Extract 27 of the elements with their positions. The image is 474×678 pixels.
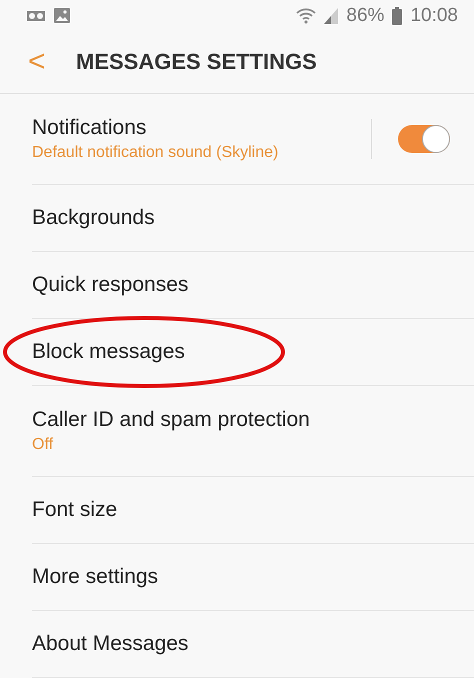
wifi-icon [296,8,316,24]
item-summary: Default notification sound (Skyline) [32,144,280,162]
notification-icon [26,8,46,23]
settings-item[interactable]: About Messages [32,611,474,678]
item-label: Caller ID and spam protection [32,408,311,432]
clock: 10:08 [410,4,458,27]
item-label: Backgrounds [32,206,156,230]
image-icon [54,8,70,24]
toggle-switch[interactable] [398,125,450,153]
settings-item[interactable]: Backgrounds [32,185,474,252]
settings-item[interactable]: More settings [32,544,474,611]
item-label: Block messages [32,340,186,364]
item-label: Quick responses [32,273,190,297]
battery-icon [392,6,402,25]
settings-item[interactable]: Font size [32,477,474,544]
item-label: About Messages [32,632,190,656]
item-label: Notifications [32,116,148,140]
settings-item[interactable]: Caller ID and spam protection Off [32,386,474,477]
item-label: More settings [32,565,160,589]
item-label: Font size [32,498,118,522]
settings-item[interactable]: Block messages [32,319,474,386]
battery-percent: 86% [346,4,384,27]
page-title: MESSAGES SETTINGS [76,49,317,76]
settings-item[interactable]: Quick responses [32,252,474,319]
settings-item[interactable]: Notifications Default notification sound (Skyline) [32,94,474,185]
signal-icon [324,8,338,24]
item-summary: Off [32,436,54,454]
